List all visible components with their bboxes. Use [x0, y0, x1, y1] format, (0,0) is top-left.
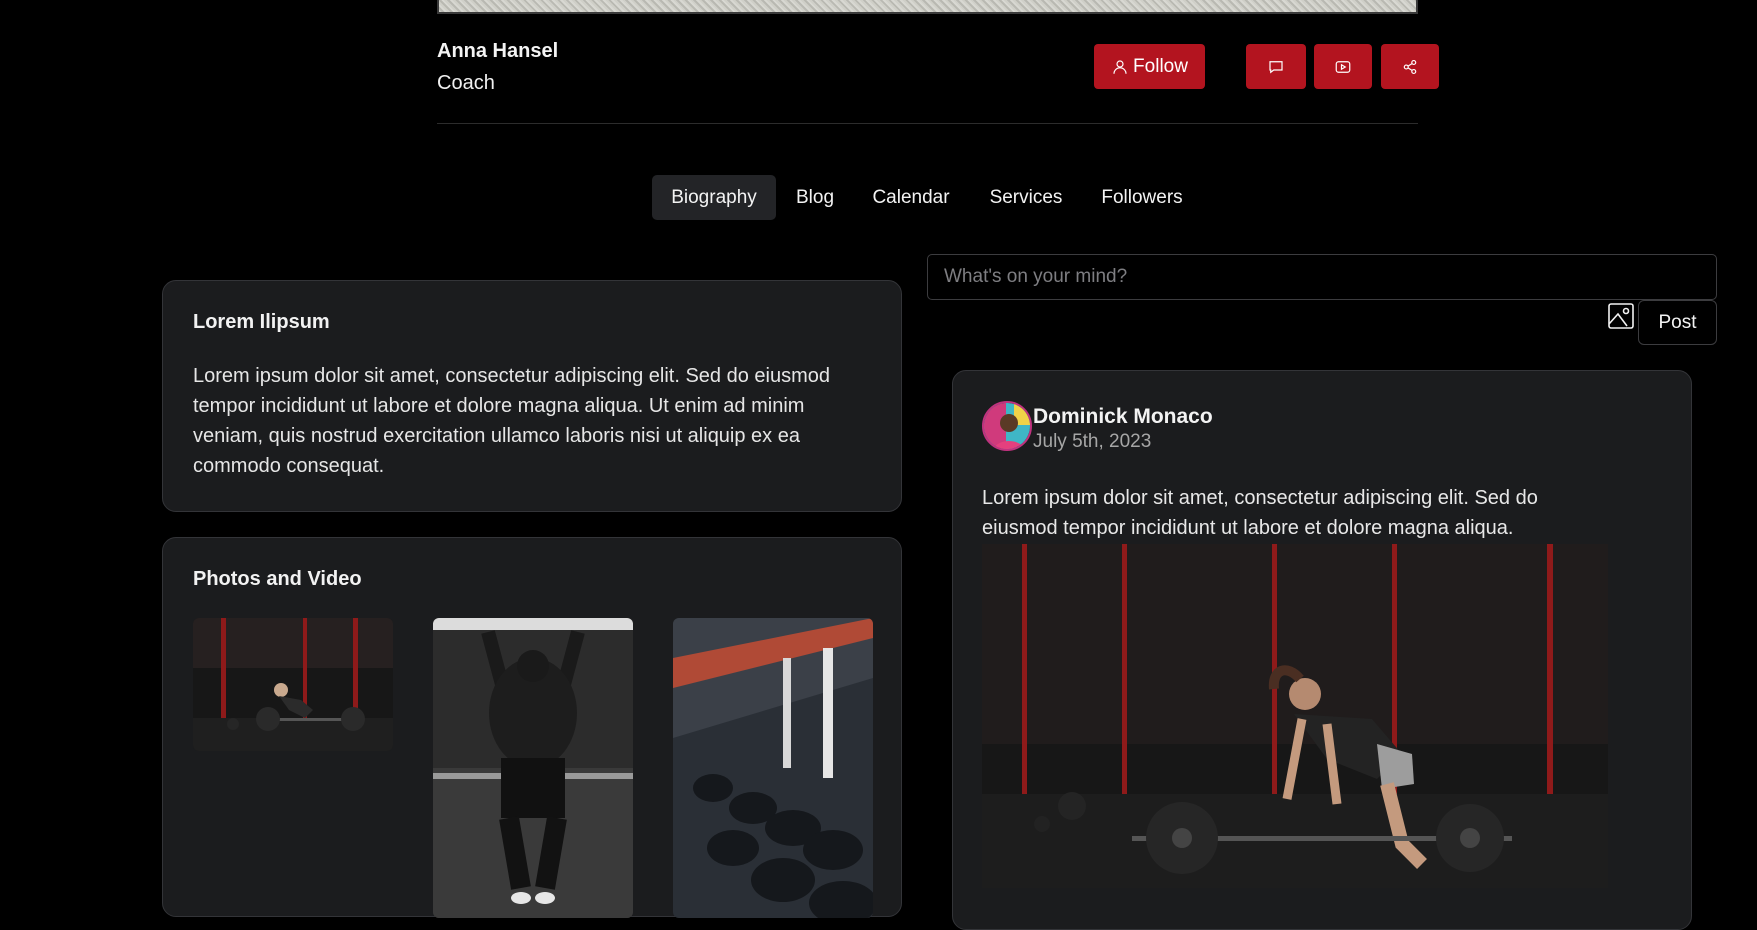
follow-label: Follow — [1133, 55, 1188, 77]
bio-card: Lorem Ilipsum Lorem ipsum dolor sit amet… — [162, 280, 902, 512]
bio-card-title: Lorem Ilipsum — [193, 311, 330, 333]
dumbbell-rack-photo[interactable] — [673, 618, 873, 918]
post-text: Lorem ipsum dolor sit amet, consectetur … — [982, 487, 1538, 539]
pullup-photo[interactable] — [433, 618, 633, 918]
post-image[interactable] — [982, 544, 1608, 888]
tab-calendar[interactable]: Calendar — [867, 175, 955, 220]
tab-services[interactable]: Services — [983, 175, 1069, 220]
deadlift-photo[interactable] — [193, 618, 393, 751]
share-icon — [1403, 59, 1417, 74]
media-card-title: Photos and Video — [193, 568, 362, 590]
follow-button[interactable]: Follow — [1094, 44, 1205, 89]
header-divider — [437, 123, 1418, 124]
profile-role: Coach — [437, 72, 495, 94]
media-card: Photos and Video — [162, 537, 902, 918]
chat-icon — [1269, 60, 1283, 73]
cover-photo — [437, 0, 1418, 14]
avatar[interactable] — [982, 401, 1032, 451]
image-icon[interactable] — [1607, 302, 1635, 330]
video-button[interactable] — [1314, 44, 1372, 89]
tab-biography[interactable]: Biography — [652, 175, 776, 220]
post-date: July 5th, 2023 — [1033, 431, 1152, 452]
message-button[interactable] — [1246, 44, 1306, 89]
tab-blog[interactable]: Blog — [785, 175, 845, 220]
bio-card-text: Lorem ipsum dolor sit amet, consectetur … — [193, 365, 830, 477]
post-author[interactable]: Dominick Monaco — [1033, 405, 1213, 429]
profile-name: Anna Hansel — [437, 40, 559, 62]
share-button[interactable] — [1381, 44, 1439, 89]
video-play-icon — [1335, 60, 1351, 73]
post-composer-input[interactable] — [927, 254, 1717, 300]
post-button[interactable]: Post — [1638, 300, 1717, 345]
tab-followers[interactable]: Followers — [1097, 175, 1187, 220]
user-icon — [1113, 59, 1127, 74]
